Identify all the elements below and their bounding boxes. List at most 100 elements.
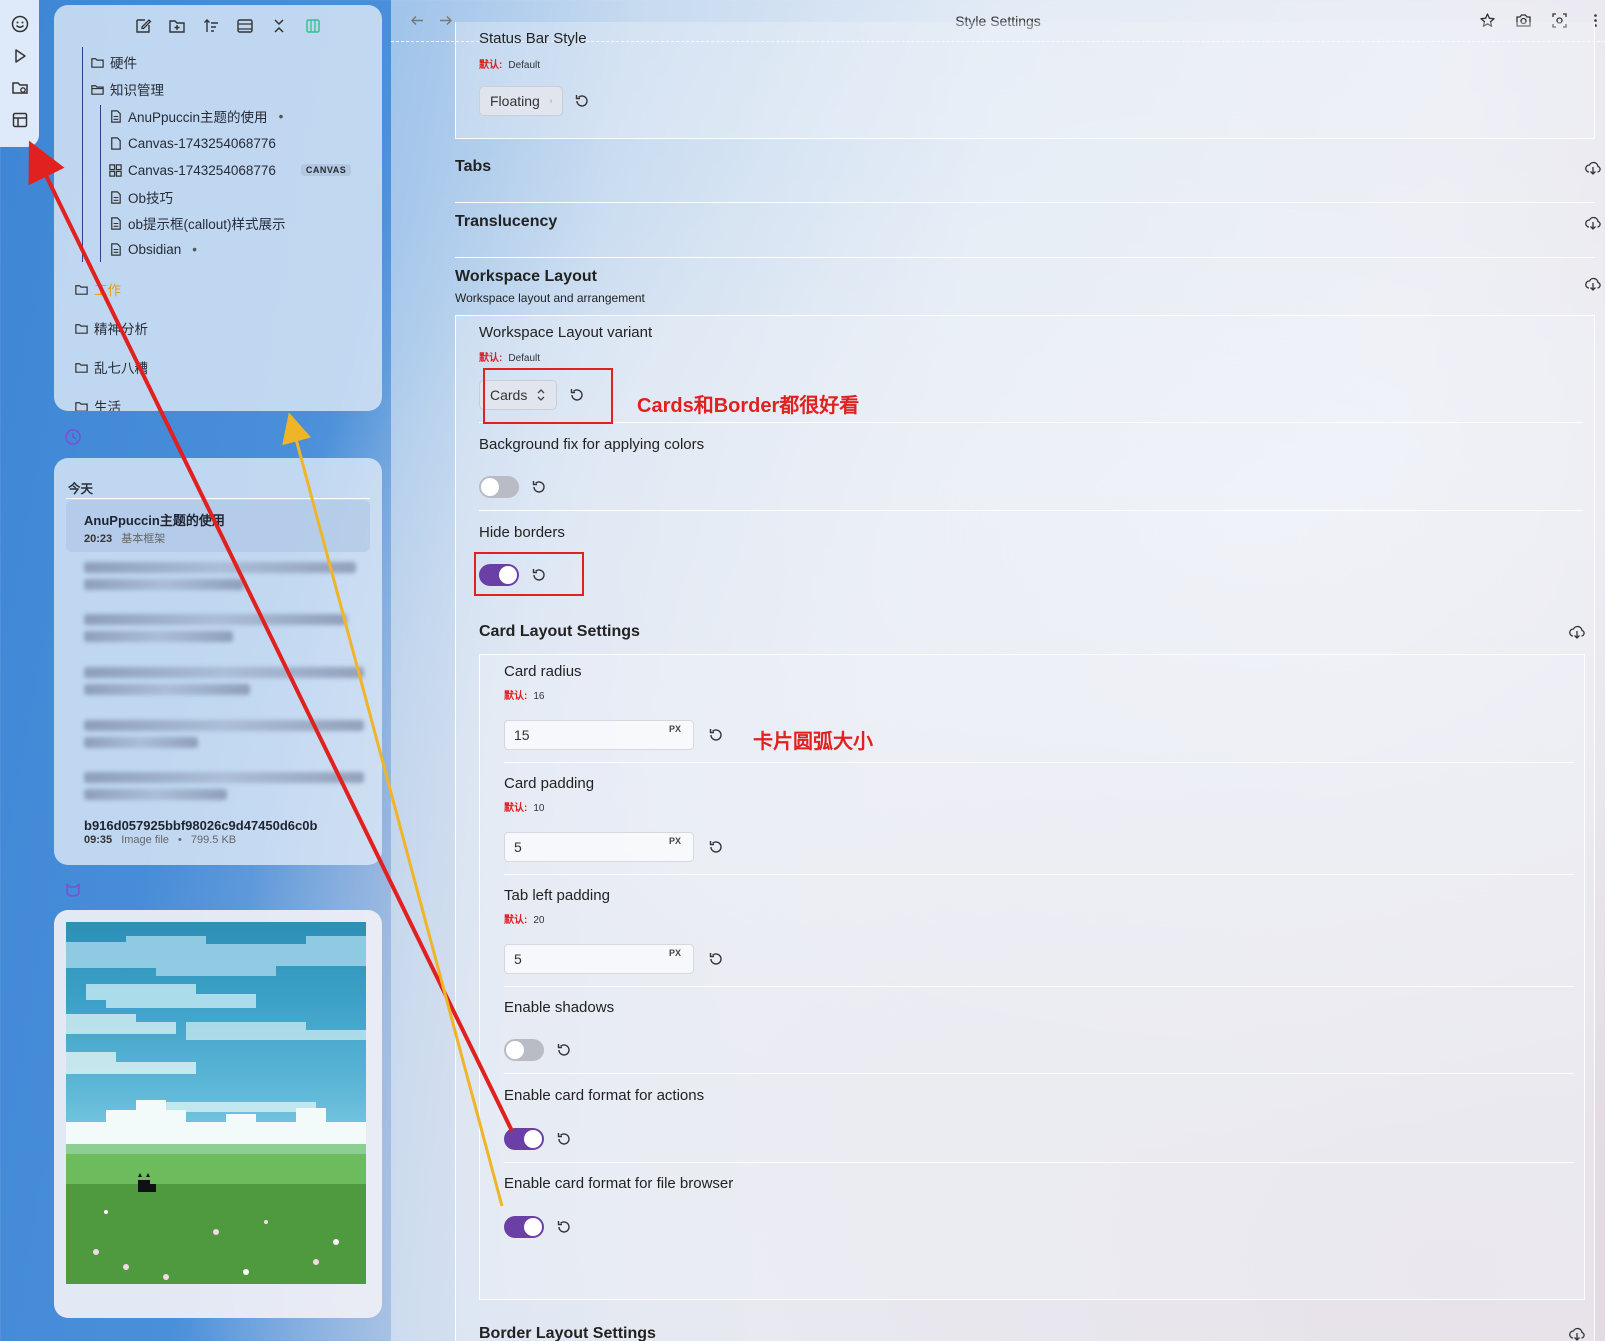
section-heading-workspace[interactable]: Workspace Layout <box>455 268 597 286</box>
recent-item-title: b916d057925bbf98026c9d47450d6c0b <box>84 818 318 833</box>
default-value: 20 <box>533 915 545 926</box>
tree-label: ob提示框(callout)样式展示 <box>128 217 286 232</box>
status-bar-style-select[interactable]: Floating <box>479 86 563 116</box>
annotation-box-hide-borders <box>474 552 584 596</box>
card-format-file-browser-toggle[interactable] <box>504 1216 544 1238</box>
section-heading-border-layout[interactable]: Border Layout Settings <box>479 1325 656 1341</box>
collapse-view-icon[interactable] <box>236 17 254 35</box>
cloud-download-icon[interactable] <box>1568 1325 1586 1341</box>
tree-file[interactable]: AnuPpuccin主题的使用 • <box>108 105 283 127</box>
unsaved-dot: • <box>192 241 198 257</box>
setting-name: Background fix for applying colors <box>479 436 705 453</box>
folder-search-icon[interactable] <box>10 78 30 98</box>
section-heading-tabs[interactable]: Tabs <box>455 158 491 176</box>
play-icon[interactable] <box>10 46 30 66</box>
reset-icon[interactable] <box>555 1041 573 1059</box>
recent-heading: 今天 <box>68 482 94 496</box>
back-arrow-icon[interactable] <box>409 12 426 29</box>
setting-name: Enable card format for actions <box>504 1087 705 1104</box>
collapse-all-icon[interactable] <box>270 17 288 35</box>
cat-icon[interactable] <box>64 880 82 898</box>
canvas-icon <box>109 163 122 177</box>
reveal-file-icon[interactable] <box>304 17 322 35</box>
pixel-landscape <box>66 936 366 1284</box>
new-note-icon[interactable] <box>134 17 152 35</box>
smiley-icon[interactable] <box>10 14 30 34</box>
unit-label: PX <box>668 724 681 734</box>
status-bar-box <box>455 22 1595 139</box>
recent-item-sub: 基本框架 <box>121 533 166 545</box>
recent-item-active[interactable]: AnuPpuccin主题的使用 20:23 基本框架 <box>66 500 370 552</box>
tree-canvas[interactable]: Canvas-1743254068776 CANVAS <box>108 159 352 181</box>
tree-file[interactable]: Canvas-1743254068776 <box>108 132 276 154</box>
background-fix-toggle[interactable] <box>479 476 519 498</box>
recent-item-blurred[interactable] <box>66 766 370 800</box>
recent-item-blurred[interactable] <box>66 714 370 748</box>
annotation-note-2: 卡片圆弧大小 <box>753 731 873 753</box>
pixel-art-image <box>66 922 366 1284</box>
recent-item-blurred[interactable] <box>66 608 370 642</box>
input-value: 5 <box>514 839 522 855</box>
recent-item-blurred[interactable] <box>66 556 370 590</box>
recent-item-time: 20:23 <box>84 533 113 545</box>
tab-left-padding-input[interactable]: 5 PX <box>504 944 694 974</box>
tree-label: 乱七八糟 <box>94 361 148 376</box>
enable-shadows-toggle[interactable] <box>504 1039 544 1061</box>
reset-icon[interactable] <box>555 1218 573 1236</box>
setting-default: 默认: Default <box>479 56 540 71</box>
tree-folder[interactable]: 硬件 <box>90 51 137 73</box>
file-icon <box>111 109 121 123</box>
setting-name: Enable shadows <box>504 999 615 1016</box>
recent-item-blurred[interactable] <box>66 661 370 695</box>
setting-name: Workspace Layout variant <box>479 324 653 341</box>
select-value: Floating <box>490 93 540 109</box>
card-format-actions-toggle[interactable] <box>504 1128 544 1150</box>
setting-separator <box>504 1073 1574 1074</box>
default-value: Default <box>508 353 541 364</box>
forward-arrow-icon[interactable] <box>437 12 454 29</box>
tree-label: 精神分析 <box>94 322 148 337</box>
reset-icon[interactable] <box>530 478 548 496</box>
clock-icon[interactable] <box>64 428 82 446</box>
section-heading-card-layout[interactable]: Card Layout Settings <box>479 623 640 641</box>
cloud-download-icon[interactable] <box>1584 214 1602 232</box>
reset-icon[interactable] <box>573 92 591 110</box>
reset-icon[interactable] <box>707 950 725 968</box>
setting-default: 默认: 10 <box>504 799 544 814</box>
setting-name: Tab left padding <box>504 887 610 904</box>
tree-file[interactable]: ob提示框(callout)样式展示 <box>108 212 286 234</box>
setting-separator <box>504 1162 1574 1163</box>
card-padding-input[interactable]: 5 PX <box>504 832 694 862</box>
reset-icon[interactable] <box>707 726 725 744</box>
tree-folder[interactable]: 精神分析 <box>74 317 148 339</box>
setting-default: 默认: 20 <box>504 911 544 926</box>
reset-icon[interactable] <box>707 838 725 856</box>
cloud-download-icon[interactable] <box>1568 623 1586 641</box>
unit-label: PX <box>668 836 681 846</box>
setting-separator <box>479 422 1583 423</box>
cloud-download-icon[interactable] <box>1584 159 1602 177</box>
tree-file[interactable]: Obsidian • <box>108 238 197 260</box>
tree-folder[interactable]: 知识管理 <box>90 78 164 100</box>
tree-folder[interactable]: 乱七八糟 <box>74 356 148 378</box>
layout-icon[interactable] <box>10 110 30 130</box>
recent-item-time: 09:35 <box>84 834 113 846</box>
settings-content: Status Bar Style 默认: Default Floating Tab… <box>439 22 1605 1341</box>
card-layout-box <box>479 654 1585 1300</box>
setting-name: Status Bar Style <box>479 30 587 47</box>
reset-icon[interactable] <box>555 1130 573 1148</box>
tree-file[interactable]: Ob技巧 <box>108 186 173 208</box>
settings-pane: Style Settings Status Bar Style 默认: Defau… <box>391 0 1605 1341</box>
sort-icon[interactable] <box>202 17 220 35</box>
new-folder-icon[interactable] <box>168 17 186 35</box>
meta-sep: • <box>177 834 182 846</box>
section-heading-translucency[interactable]: Translucency <box>455 213 557 231</box>
setting-name: Card radius <box>504 663 582 680</box>
tree-folder[interactable]: 工作 <box>74 278 121 300</box>
recent-item-last[interactable]: b916d057925bbf98026c9d47450d6c0b 09:35 I… <box>66 818 370 846</box>
file-icon <box>111 136 121 150</box>
unit-label: PX <box>668 948 681 958</box>
cloud-download-icon[interactable] <box>1584 275 1602 293</box>
tree-folder[interactable]: 生活 <box>74 395 121 411</box>
card-radius-input[interactable]: 15 PX <box>504 720 694 750</box>
